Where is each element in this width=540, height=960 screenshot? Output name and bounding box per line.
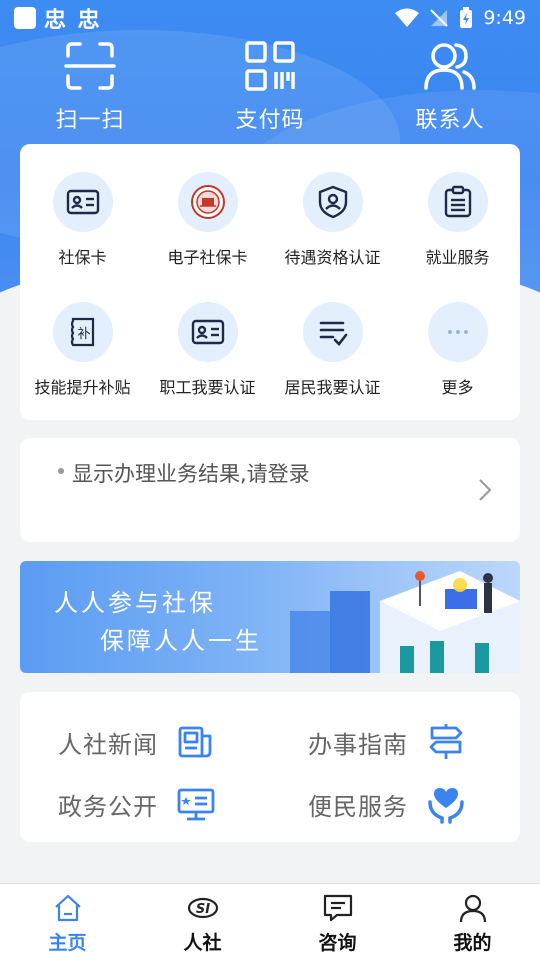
bottom-navigation: 主页 SI 人社 咨询 我的 (0, 883, 540, 960)
link-label: 政务公开 (58, 792, 158, 821)
login-prompt-card[interactable]: 显示办理业务结果,请登录 (20, 438, 520, 542)
link-government-affairs[interactable]: 政务公开 (58, 784, 216, 824)
promo-banner[interactable]: 人人参与社保 保障人人一生 (20, 561, 520, 673)
service-label: 技能提升补贴 (34, 378, 131, 397)
service-label: 待遇资格认证 (284, 248, 381, 267)
login-prompt-text: 显示办理业务结果,请登录 (72, 462, 310, 486)
chevron-right-icon (479, 479, 492, 501)
services-grid: 社保卡 电子社保卡 待遇资格认证 就业服务 补 技能提升补贴 职工我要认证 居民… (20, 144, 520, 420)
e-social-card-icon (177, 172, 238, 232)
checklist-icon (302, 302, 363, 362)
nav-consult[interactable]: 咨询 (283, 884, 393, 960)
link-label: 便民服务 (308, 792, 408, 821)
service-label: 就业服务 (425, 248, 490, 267)
banner-line2: 保障人人一生 (100, 627, 262, 655)
contacts-button[interactable]: 联系人 (390, 36, 510, 136)
scan-label: 扫一扫 (55, 108, 125, 133)
nav-label: 咨询 (318, 932, 357, 954)
service-social-security-card[interactable]: 社保卡 (20, 154, 145, 284)
service-employment[interactable]: 就业服务 (395, 154, 520, 284)
payment-code-button[interactable]: 支付码 (210, 36, 330, 136)
no-signal-icon (430, 9, 449, 27)
user-icon (459, 894, 486, 923)
scan-icon (64, 42, 116, 90)
nav-mine[interactable]: 我的 (418, 884, 528, 960)
svg-text:SI: SI (195, 902, 209, 917)
monitor-icon (177, 788, 215, 821)
status-app-name: 忠 忠 (44, 8, 102, 33)
nav-label: 主页 (48, 932, 87, 954)
app-notification-icon (14, 7, 36, 29)
nav-home[interactable]: 主页 (13, 884, 123, 960)
link-convenience-services[interactable]: 便民服务 (308, 784, 466, 824)
banner-line1: 人人参与社保 (54, 589, 216, 617)
bullet-dot (58, 468, 64, 474)
clipboard-icon (427, 172, 488, 232)
service-skill-subsidy[interactable]: 补 技能提升补贴 (20, 284, 145, 414)
quick-links-card: 人社新闻 办事指南 政务公开 便民服务 (20, 692, 520, 842)
qr-code-icon (245, 41, 295, 91)
nav-hr-social[interactable]: SI 人社 (148, 884, 258, 960)
link-label: 办事指南 (308, 730, 408, 759)
link-service-guide[interactable]: 办事指南 (308, 722, 466, 762)
service-resident-certification[interactable]: 居民我要认证 (270, 284, 395, 414)
id-card-icon (52, 172, 113, 232)
service-e-social-card[interactable]: 电子社保卡 (145, 154, 270, 284)
signpost-icon (429, 724, 463, 759)
service-label: 职工我要认证 (159, 378, 256, 397)
service-label: 居民我要认证 (284, 378, 381, 397)
service-label: 电子社保卡 (167, 248, 248, 267)
service-employee-certification[interactable]: 职工我要认证 (145, 284, 270, 414)
link-label: 人社新闻 (58, 730, 158, 759)
message-icon (323, 894, 352, 922)
more-icon (427, 302, 488, 362)
service-label: 更多 (441, 378, 474, 397)
status-bar: 忠 忠 9:49 (0, 0, 540, 36)
wifi-icon (395, 8, 420, 27)
contacts-label: 联系人 (415, 108, 485, 133)
service-label: 社保卡 (58, 248, 107, 267)
heart-hands-icon (428, 788, 464, 824)
shield-user-icon (302, 172, 363, 232)
banner-illustration (290, 571, 520, 673)
news-icon (178, 726, 212, 758)
scan-button[interactable]: 扫一扫 (30, 36, 150, 136)
nav-label: 人社 (183, 932, 222, 954)
nav-label: 我的 (453, 932, 492, 954)
service-more[interactable]: 更多 (395, 284, 520, 414)
payment-code-label: 支付码 (235, 108, 305, 133)
service-benefit-qualification[interactable]: 待遇资格认证 (270, 154, 395, 284)
si-logo-icon: SI (187, 897, 218, 919)
status-time: 9:49 (483, 7, 526, 29)
subsidy-icon: 补 (52, 302, 113, 362)
battery-charging-icon (460, 7, 473, 28)
home-icon (54, 894, 81, 922)
link-hr-news[interactable]: 人社新闻 (58, 722, 216, 762)
id-card-icon (177, 302, 238, 362)
top-actions: 扫一扫 支付码 联系人 (0, 36, 540, 136)
svg-text:补: 补 (77, 327, 90, 342)
contacts-icon (424, 43, 476, 90)
